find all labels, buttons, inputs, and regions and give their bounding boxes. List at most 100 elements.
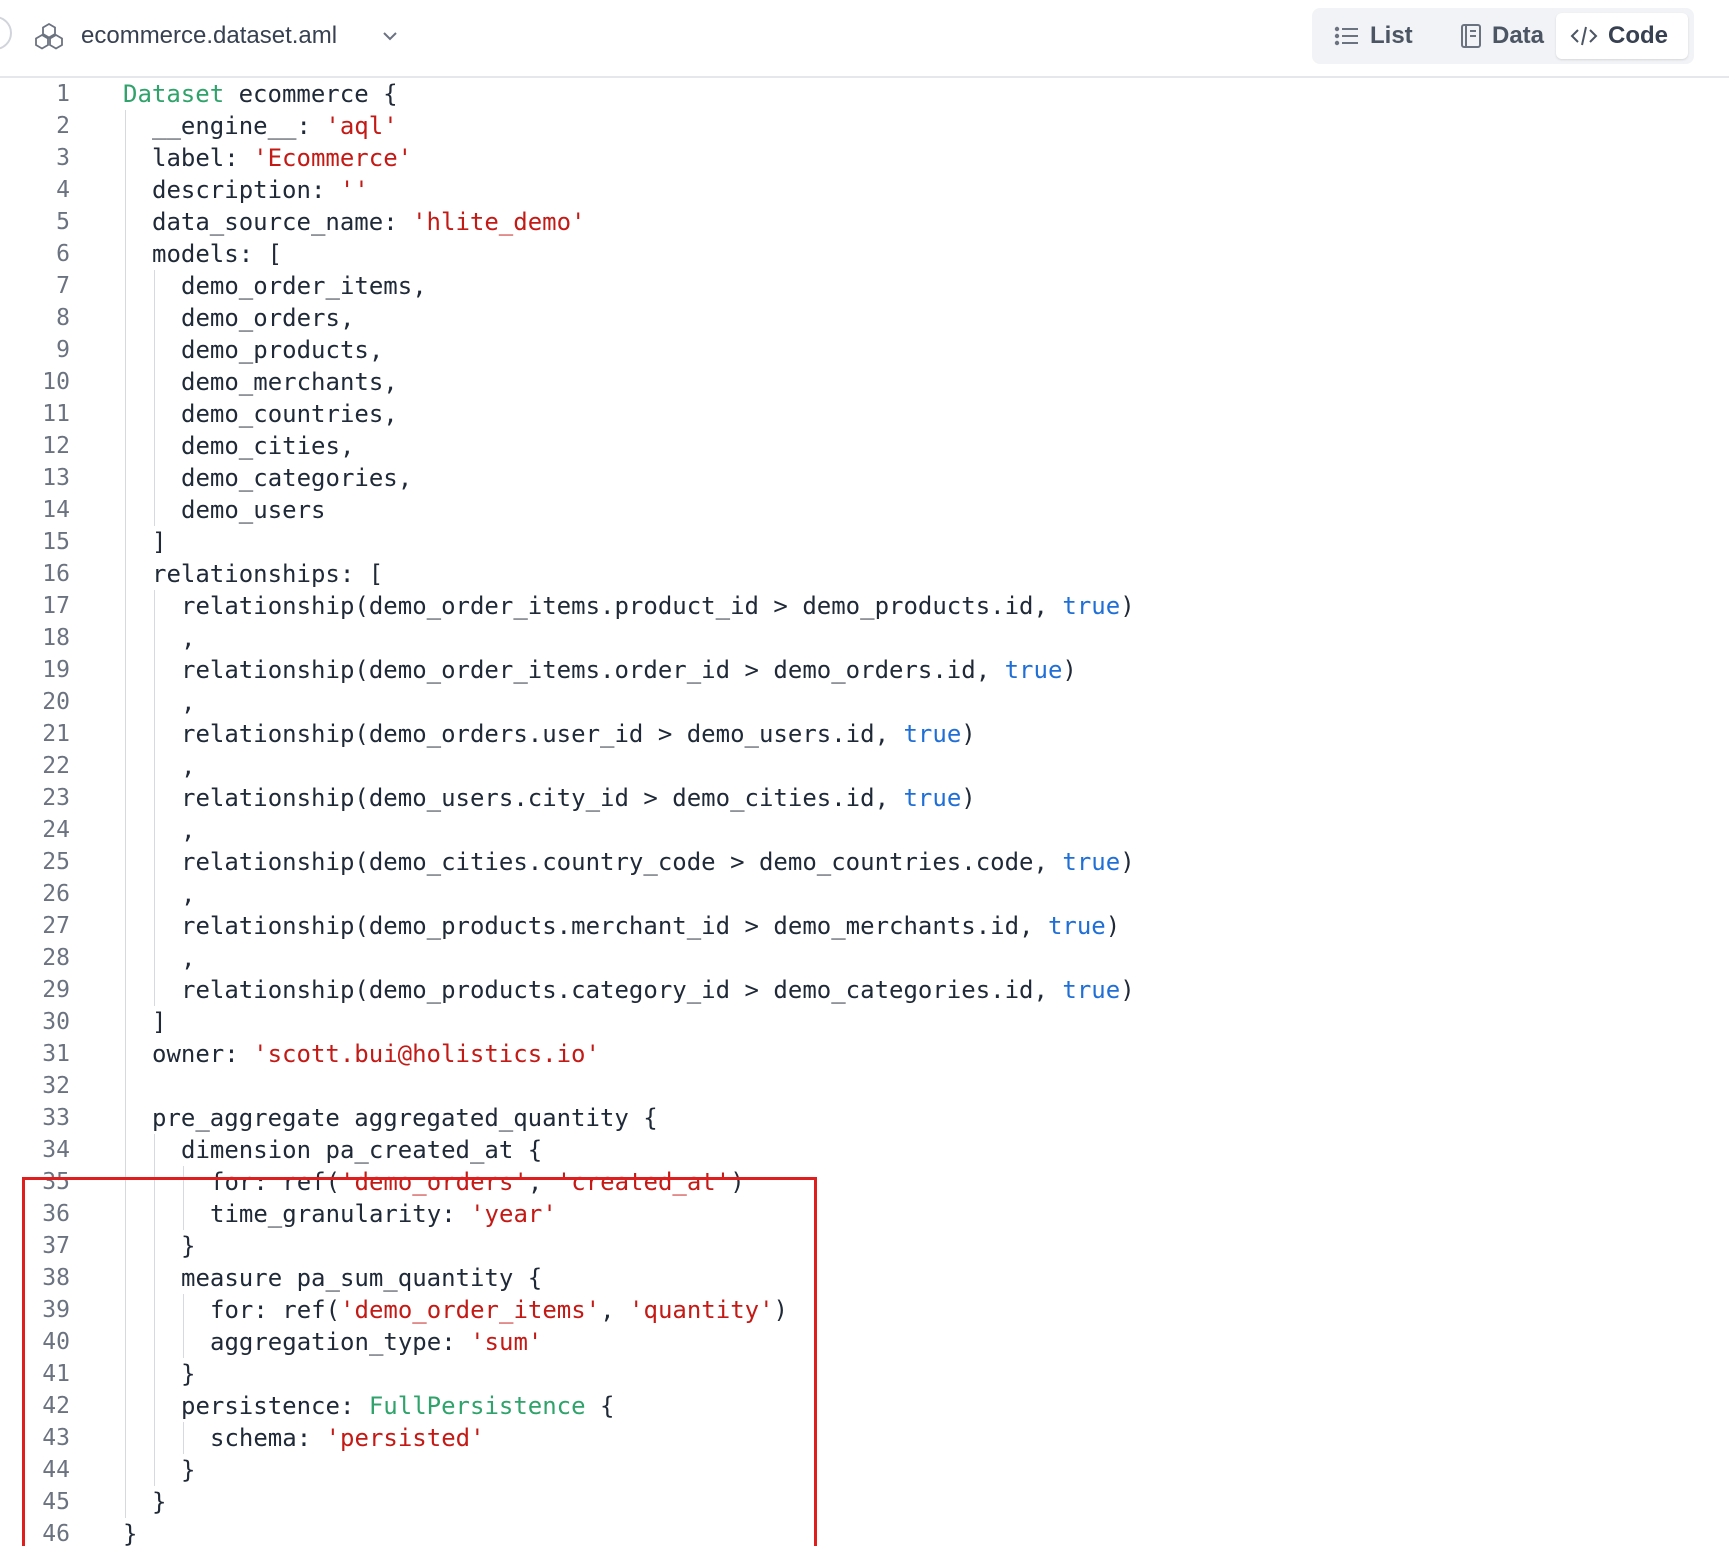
code-line: 15] (0, 526, 1729, 558)
code-text: label: 'Ecommerce' (152, 142, 412, 174)
code-line: 12 demo_cities, (0, 430, 1729, 462)
line-number: 27 (42, 913, 70, 939)
editor-header: ecommerce.dataset.aml List Data Code (0, 0, 1729, 78)
line-number: 26 (42, 881, 70, 907)
code-text: , (181, 622, 195, 654)
panel-toggle-button[interactable] (0, 16, 12, 50)
code-token: true (903, 720, 962, 748)
code-token: pre_aggregate aggregated_quantity { (152, 1104, 658, 1132)
line-number: 43 (42, 1425, 70, 1451)
line-number: 42 (42, 1393, 70, 1419)
code-token: , (181, 880, 196, 908)
code-token: demo_order_items, (181, 272, 427, 300)
line-number: 35 (42, 1169, 70, 1195)
file-name[interactable]: ecommerce.dataset.aml (81, 20, 337, 52)
code-text: dimension pa_created_at { (181, 1134, 542, 1166)
line-number: 19 (42, 657, 70, 683)
code-line: 46} (0, 1518, 1729, 1546)
list-view-button[interactable]: List (1320, 13, 1438, 59)
line-number: 10 (42, 369, 70, 395)
code-text: relationships: [ (152, 558, 383, 590)
code-line: 41} (0, 1358, 1729, 1390)
code-line: 44} (0, 1454, 1729, 1486)
code-line: 28, (0, 942, 1729, 974)
line-number: 30 (42, 1009, 70, 1035)
code-token: '' (339, 176, 369, 204)
code-token: relationship(demo_products.merchant_id >… (181, 912, 1048, 940)
code-text: demo_products, (181, 334, 383, 366)
chevron-down-icon[interactable] (380, 26, 400, 46)
line-number: 15 (42, 529, 70, 555)
code-line: 31 owner: 'scott.bui@holistics.io' (0, 1038, 1729, 1070)
line-number: 7 (56, 273, 70, 299)
code-line: 23 relationship(demo_users.city_id > demo… (0, 782, 1729, 814)
code-token: models: [ (152, 240, 283, 268)
line-number: 38 (42, 1265, 70, 1291)
code-token: relationships: [ (152, 560, 384, 588)
code-line: 10 demo_merchants, (0, 366, 1729, 398)
code-token: , (181, 624, 196, 652)
line-number: 3 (56, 145, 70, 171)
code-editor[interactable]: 1 Dataset ecommerce {2 __engine__: 'aql' 3 l… (0, 78, 1729, 1546)
code-text: for: ref('demo_orders', 'created_at') (210, 1166, 745, 1198)
code-line: 32 (0, 1070, 1729, 1102)
code-line: 6 models: [ (0, 238, 1729, 270)
code-line: 34 dimension pa_created_at { (0, 1134, 1729, 1166)
line-number: 24 (42, 817, 70, 843)
data-view-button[interactable]: Data (1446, 13, 1572, 59)
code-token: relationship(demo_cities.country_code > … (181, 848, 1063, 876)
code-text: demo_order_items, (181, 270, 427, 302)
line-number: 12 (42, 433, 70, 459)
code-text: owner: 'scott.bui@holistics.io' (152, 1038, 600, 1070)
line-number: 14 (42, 497, 70, 523)
code-token: measure pa_sum_quantity { (181, 1264, 543, 1292)
code-text: } (152, 1486, 166, 1518)
line-number: 25 (42, 849, 70, 875)
code-token: } (123, 1520, 138, 1546)
code-line: 21 relationship(demo_orders.user_id > dem… (0, 718, 1729, 750)
code-text: for: ref('demo_order_items', 'quantity') (210, 1294, 788, 1326)
code-token: } (152, 1488, 167, 1516)
code-text: Dataset ecommerce { (123, 78, 398, 110)
indent-guide (154, 1134, 155, 1486)
code-line: 17 relationship(demo_order_items.product_… (0, 590, 1729, 622)
code-token: demo_users (181, 496, 326, 524)
line-number: 8 (56, 305, 70, 331)
code-token: time_granularity: (210, 1200, 471, 1228)
code-token: 'hlite_demo' (412, 208, 586, 236)
code-token: , (181, 944, 196, 972)
code-text: } (181, 1454, 195, 1486)
code-text: relationship(demo_orders.user_id > demo_… (181, 718, 976, 750)
code-token: 'demo_orders' (340, 1168, 528, 1196)
code-token: ) (1120, 848, 1135, 876)
code-token: 'demo_order_items' (340, 1296, 601, 1324)
line-number: 29 (42, 977, 70, 1003)
code-token: , (527, 1168, 557, 1196)
code-text: , (181, 686, 195, 718)
code-line: 27 relationship(demo_products.merchant_id… (0, 910, 1729, 942)
line-number: 45 (42, 1489, 70, 1515)
code-text: description: '' (152, 174, 369, 206)
code-view-label: Code (1608, 22, 1668, 49)
code-line: 5 data_source_name: 'hlite_demo' (0, 206, 1729, 238)
code-line: 33 pre_aggregate aggregated_quantity { (0, 1102, 1729, 1134)
indent-guide (125, 110, 126, 1518)
code-text: } (123, 1518, 137, 1546)
line-number: 39 (42, 1297, 70, 1323)
code-text: relationship(demo_order_items.order_id >… (181, 654, 1077, 686)
code-token: demo_countries, (181, 400, 398, 428)
code-token: description: (152, 176, 340, 204)
code-token: 'sum' (470, 1328, 543, 1356)
code-token: 'year' (470, 1200, 557, 1228)
code-token: demo_categories, (181, 464, 413, 492)
view-mode-switch: List Data Code (1312, 8, 1694, 64)
line-number: 44 (42, 1457, 70, 1483)
code-token: , (600, 1296, 630, 1324)
code-text: __engine__: 'aql' (152, 110, 398, 142)
code-token: FullPersistence (368, 1392, 586, 1420)
code-token: relationship(demo_users.city_id > demo_c… (181, 784, 904, 812)
line-number: 36 (42, 1201, 70, 1227)
code-view-button[interactable]: Code (1556, 13, 1688, 59)
code-text: demo_merchants, (181, 366, 398, 398)
line-number: 9 (56, 337, 70, 363)
